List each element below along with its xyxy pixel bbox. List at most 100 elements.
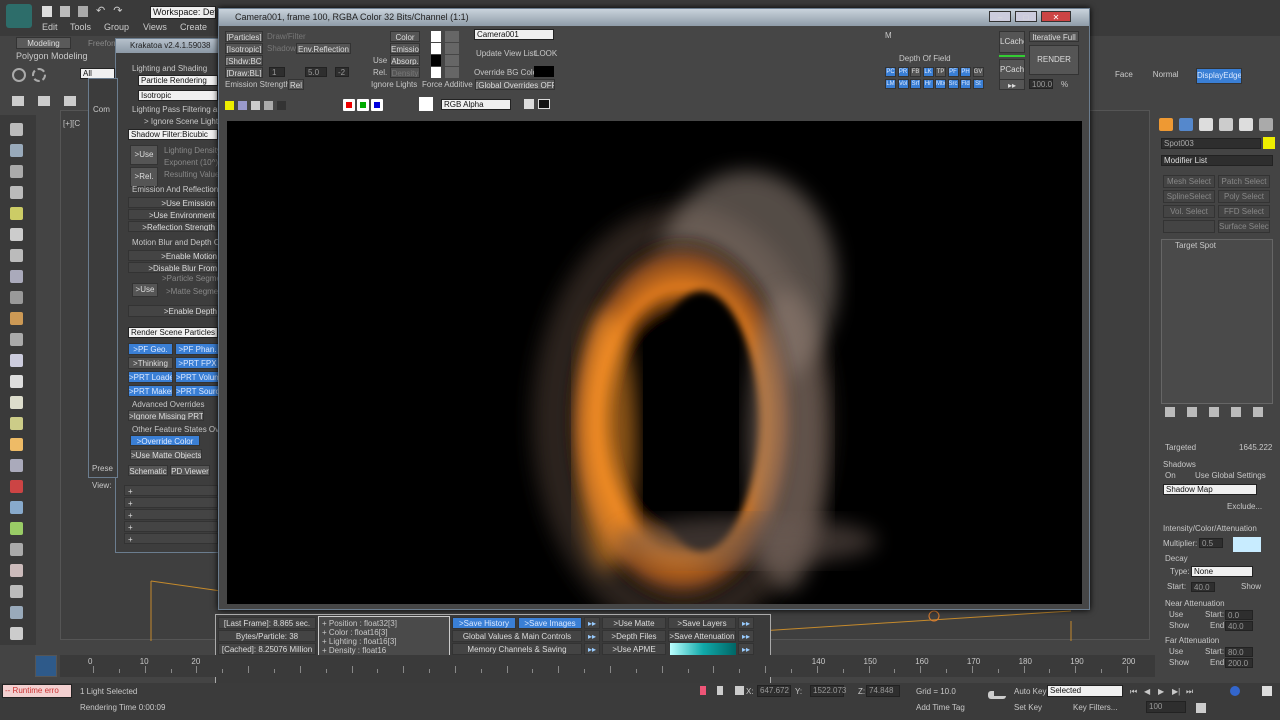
select-region-icon[interactable]	[64, 96, 76, 106]
emission-item[interactable]: >Use Environment	[128, 209, 218, 220]
tool-icon[interactable]	[10, 543, 23, 556]
draw-value-field[interactable]: 1	[269, 67, 285, 77]
percent-field[interactable]: 100.0	[1029, 79, 1053, 89]
tool-icon[interactable]	[10, 480, 23, 493]
render-pass-toggle[interactable]: TP	[935, 67, 946, 77]
render-image[interactable]	[227, 121, 1082, 604]
copy-image-icon[interactable]	[238, 101, 247, 110]
orbit-icon[interactable]	[1230, 686, 1240, 696]
tool-icon[interactable]	[10, 585, 23, 598]
light-color-swatch[interactable]	[1233, 537, 1261, 552]
set-key-icon[interactable]	[988, 691, 1006, 699]
save-image-icon[interactable]	[225, 101, 234, 110]
depth-files-button[interactable]: >Depth Files	[602, 630, 666, 642]
modify-tab-icon[interactable]	[1179, 118, 1193, 131]
decay-type-dropdown[interactable]: None	[1191, 566, 1253, 577]
undo-icon[interactable]: ↶	[96, 6, 105, 18]
draw-value2-field[interactable]: 5.0	[305, 67, 327, 77]
object-color-swatch[interactable]	[1263, 137, 1275, 149]
tool-icon[interactable]	[10, 291, 23, 304]
display-channel-dropdown[interactable]: RGB Alpha	[441, 99, 511, 110]
tool-icon[interactable]	[10, 396, 23, 409]
prev-frame-icon[interactable]: ◀	[1144, 687, 1156, 697]
emission-map-slot[interactable]	[445, 43, 459, 54]
render-pass-toggle[interactable]: PF	[947, 67, 959, 77]
save-icon[interactable]	[78, 6, 88, 17]
modifier-button[interactable]: Poly Select	[1218, 190, 1270, 203]
source-toggle[interactable]: >Thinking	[128, 357, 173, 369]
tool-icon[interactable]	[10, 438, 23, 451]
menu-tools[interactable]: Tools	[70, 22, 91, 32]
toggle-ui-icon[interactable]	[524, 99, 534, 109]
tool-icon[interactable]	[10, 207, 23, 220]
density-map-slot[interactable]	[445, 67, 459, 78]
modifier-button[interactable]: Surface Select	[1218, 220, 1270, 233]
motion-item[interactable]: >Disable Blur From	[128, 262, 218, 273]
use-segments-button[interactable]: >Use	[132, 283, 158, 297]
object-name-field[interactable]: Spot003	[1161, 138, 1261, 149]
modifier-button[interactable]: Patch Select	[1218, 175, 1270, 188]
display-tab-icon[interactable]	[1239, 118, 1253, 131]
render-pass-toggle[interactable]: GV	[972, 67, 984, 77]
fb-mode-button[interactable]: [Shdw:BC]	[225, 55, 263, 66]
maxscript-listener[interactable]: -- Runtime erro	[2, 684, 72, 698]
display-edged-button[interactable]: DisplayEdged	[1196, 68, 1242, 84]
tool-icon[interactable]	[10, 123, 23, 136]
tab-modeling[interactable]: Modeling	[16, 37, 71, 49]
app-logo-icon[interactable]	[6, 4, 32, 28]
ignore-missing-prts-toggle[interactable]: >Ignore Missing PRTs	[128, 410, 204, 421]
modifier-button[interactable]	[1163, 220, 1215, 233]
menu-edit[interactable]: Edit	[42, 22, 58, 32]
decay-show-checkbox[interactable]: Show	[1241, 582, 1271, 592]
next-frame-icon[interactable]: ▶|	[1172, 687, 1184, 697]
attenuation-gradient[interactable]	[670, 643, 736, 655]
density-swatch[interactable]	[431, 67, 441, 78]
tool-icon[interactable]	[10, 627, 23, 640]
rollout-header[interactable]: +	[124, 533, 218, 544]
stack-item-target-spot[interactable]: Target Spot	[1175, 241, 1255, 251]
use-matte-objects-toggle[interactable]: >Use Matte Objects	[130, 449, 202, 460]
tool-icon[interactable]	[10, 249, 23, 262]
x-coordinate-field[interactable]: 647.672	[757, 685, 791, 697]
motion-tab-icon[interactable]	[1219, 118, 1233, 131]
modifier-button[interactable]: Vol. Select	[1163, 205, 1215, 218]
motion-item[interactable]: >Enable Motion	[128, 250, 218, 261]
blue-channel-toggle[interactable]	[371, 99, 383, 111]
z-coordinate-field[interactable]: 74.848	[866, 685, 900, 697]
emission-item[interactable]: >Reflection Strength	[128, 221, 218, 232]
multiplier-field[interactable]: 0.5	[1199, 538, 1223, 548]
use-global-settings-checkbox[interactable]: Use Global Settings	[1195, 471, 1275, 481]
iterative-full-button[interactable]: Iterative Full	[1029, 31, 1079, 42]
unlink-icon[interactable]	[32, 68, 46, 82]
force-additive-toggle[interactable]: Force Additive	[422, 80, 473, 90]
modifier-button[interactable]: Mesh Select	[1163, 175, 1215, 188]
rollout-header[interactable]: +	[124, 497, 218, 508]
tool-icon[interactable]	[10, 270, 23, 283]
clear-icon[interactable]	[277, 101, 286, 110]
render-pass-toggle[interactable]: LM	[885, 79, 896, 89]
shadow-type-dropdown[interactable]: Shadow Map	[1163, 484, 1257, 495]
rel-lighting-button[interactable]: >Rel.	[130, 167, 158, 187]
tool-icon[interactable]	[10, 522, 23, 535]
channel-color-button[interactable]: Color	[390, 31, 420, 42]
use-matte-button[interactable]: >Use Matte	[602, 617, 666, 629]
global-overrides-button[interactable]: [Global Overrides OFF]	[475, 79, 555, 90]
render-pass-toggle[interactable]: PR	[897, 67, 909, 77]
show-checkbox[interactable]: Show	[1169, 658, 1189, 668]
tool-icon[interactable]	[10, 312, 23, 325]
tool-icon[interactable]	[10, 144, 23, 157]
update-view-list-button[interactable]: Update View List	[476, 49, 536, 59]
display-normal[interactable]: Normal	[1153, 70, 1179, 79]
decay-start-field[interactable]: 40.0	[1191, 582, 1215, 592]
render-pass-toggle[interactable]: FB	[910, 67, 921, 77]
display-window-icon[interactable]	[538, 99, 550, 109]
color-map-slot[interactable]	[445, 31, 459, 42]
menu-group[interactable]: Group	[104, 22, 129, 32]
modifier-list-dropdown[interactable]: Modifier List	[1161, 155, 1273, 166]
end-field[interactable]: 200.0	[1225, 658, 1253, 668]
source-toggle[interactable]: >PRT Source	[175, 385, 220, 397]
redo-icon[interactable]: ↷	[113, 6, 122, 18]
time-slider-handle[interactable]	[35, 655, 57, 677]
open-file-icon[interactable]	[60, 6, 70, 17]
render-pass-toggle[interactable]: Vol	[897, 79, 909, 89]
